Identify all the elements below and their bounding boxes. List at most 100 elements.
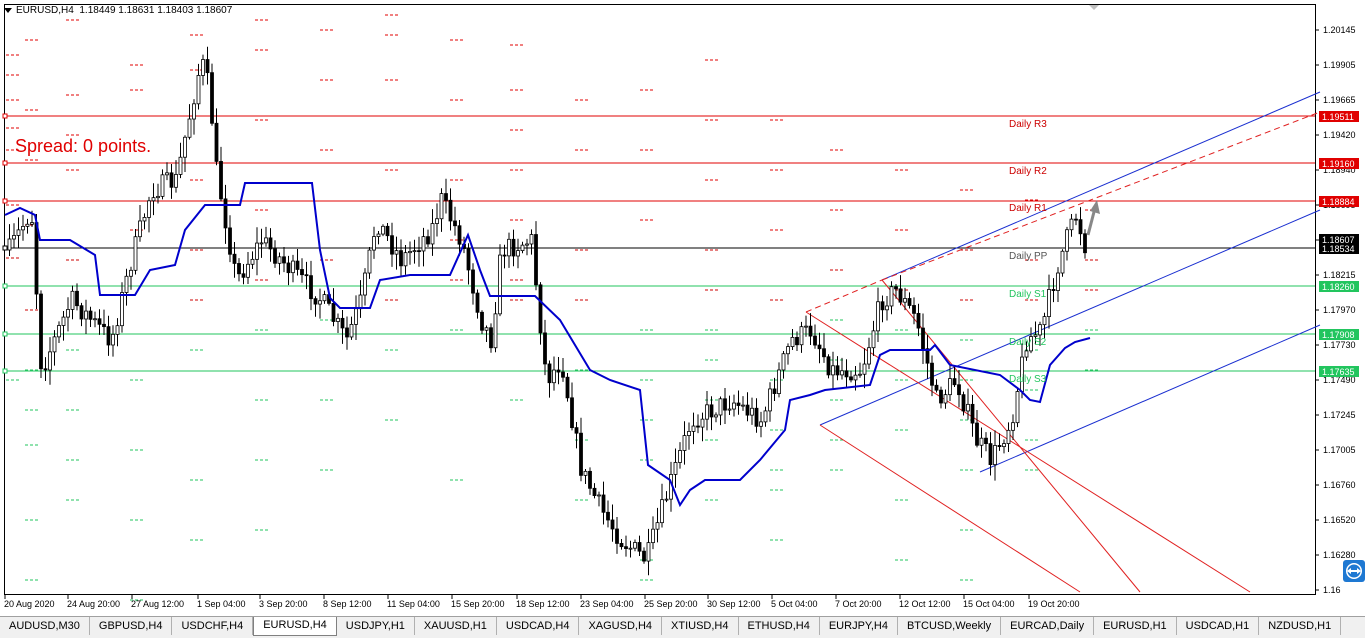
candle-body [250,258,255,265]
candle-body [498,254,502,315]
candle-body [205,59,210,74]
candle-body [777,369,781,394]
candle-body [633,542,637,549]
candle-body [948,378,952,396]
candle-body [507,238,511,257]
candle-body [174,174,178,188]
candle-body [997,445,1002,448]
level-handle[interactable] [2,283,8,289]
candle-body [583,470,588,476]
symbol-header[interactable]: EURUSD,H4 1.18449 1.18631 1.18403 1.1860… [4,5,232,16]
candle-body [214,122,219,162]
candle-body [858,373,862,376]
candle-body [885,305,889,311]
candle-body [349,323,354,338]
symbol-tab[interactable]: GBPUSD,H4 [90,617,173,635]
price-tag-text: 1.17908 [1322,330,1355,340]
candle-body [988,443,993,466]
channel-line[interactable] [881,91,1321,281]
candle-body [912,305,916,314]
symbol-tab[interactable]: USDCAD,H1 [1177,617,1260,635]
symbol-tab[interactable]: ETHUSD,H4 [739,617,820,635]
level-handle[interactable] [2,198,8,204]
symbol-tab[interactable]: EURUSD,H4 [253,617,337,636]
level-handle[interactable] [2,368,8,374]
candle-body [930,362,934,386]
candle-body [286,262,291,274]
time-label: 11 Sep 04:00 [387,599,440,609]
candle-body [741,404,745,407]
candle-body [97,318,102,325]
symbol-tab[interactable]: XTIUSD,H4 [662,617,739,635]
symbol-tab[interactable]: AUDUSD,M30 [0,617,90,635]
candle-body [691,425,696,432]
channel-line[interactable] [805,279,883,313]
symbol-tab[interactable]: USDCHF,H4 [172,617,254,635]
candle-body [714,414,718,418]
candle-body [187,118,192,138]
symbol-tab[interactable]: EURUSD,H1 [1094,617,1177,635]
candle-body [259,242,264,245]
candle-body [574,427,579,434]
price-label: 1.19905 [1323,60,1356,70]
candle-body [480,311,484,331]
level-handle[interactable] [2,113,8,119]
level-handle[interactable] [2,331,8,337]
time-label: 8 Sep 12:00 [323,599,372,609]
candle-body [1051,289,1056,291]
candle-body [831,365,835,376]
candle-body [25,223,30,227]
price-label: 1.19420 [1323,130,1356,140]
candle-body [102,323,106,328]
candle-body [1015,391,1020,424]
channel-line[interactable] [819,424,1081,593]
candle-body [592,487,597,496]
candle-body [169,172,174,188]
price-tag-text: 1.19511 [1322,112,1354,122]
candle-body [300,269,304,276]
pivot-label: Daily S2 [1009,337,1047,348]
candle-body [313,298,318,305]
pivot-label: Daily R1 [1009,203,1047,214]
symbol-tab[interactable]: XAGUSD,H4 [579,617,663,635]
candle-body [111,333,115,346]
symbol-tab[interactable]: XAUUSD,H1 [415,617,497,635]
time-label: 7 Oct 20:00 [835,599,882,609]
candle-body [151,197,156,202]
candle-body [138,220,142,238]
candle-body [876,301,880,332]
symbol-tab[interactable]: NZDUSD,H1 [1259,617,1342,635]
chevron-down-icon[interactable] [4,7,12,13]
candle-body [655,522,660,530]
symbol-tab[interactable]: EURJPY,H4 [820,617,898,635]
candle-body [399,250,403,267]
candle-body [1042,316,1047,326]
candle-body [93,318,97,321]
symbol-tab[interactable]: USDCAD,H4 [497,617,580,635]
candle-body [115,325,120,335]
candle-body [705,404,709,420]
candle-body [889,286,894,307]
price-tag-text: 1.18534 [1322,244,1355,254]
channel-line[interactable] [881,279,1141,593]
candle-body [466,248,471,271]
candle-body [853,374,858,381]
teamviewer-icon[interactable] [1343,560,1365,582]
price-chart[interactable]: Daily R3 Daily R2 Daily R1 Daily PP Daily S1… [0,0,1365,637]
level-handle[interactable] [2,245,8,251]
level-handle[interactable] [2,160,8,166]
channel-line[interactable] [819,209,1321,426]
candle-body [318,300,322,305]
candle-body [759,421,763,427]
trend-channels [805,91,1321,593]
price-tag-text: 1.18260 [1322,282,1355,292]
candle-body [754,407,759,427]
symbol-tab[interactable]: BTCUSD,Weekly [898,617,1002,635]
symbol-tab[interactable]: USDJPY,H1 [337,617,415,635]
candle-body [30,222,34,225]
candle-body [601,494,606,513]
channel-line[interactable] [881,111,1321,281]
candle-body [1047,289,1051,317]
candle-body [822,348,826,358]
symbol-tab[interactable]: EURCAD,Daily [1001,617,1095,635]
